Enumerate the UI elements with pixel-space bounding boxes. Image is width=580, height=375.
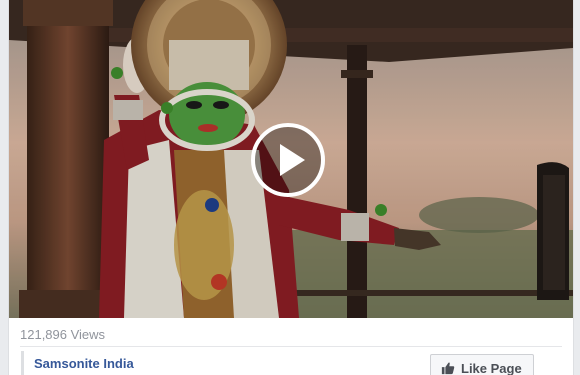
thumbs-up-icon bbox=[441, 361, 455, 375]
page-name-link[interactable]: Samsonite India bbox=[34, 356, 134, 371]
video-post-card: 121,896 Views Samsonite India Like Page bbox=[8, 0, 574, 375]
page-attribution-bar bbox=[21, 351, 24, 375]
play-icon bbox=[280, 144, 305, 176]
like-page-label: Like Page bbox=[461, 360, 522, 375]
video-player[interactable] bbox=[9, 0, 573, 318]
divider bbox=[20, 346, 562, 347]
like-page-button[interactable]: Like Page bbox=[430, 354, 534, 375]
play-button[interactable] bbox=[251, 123, 325, 197]
view-count: 121,896 Views bbox=[20, 327, 106, 342]
